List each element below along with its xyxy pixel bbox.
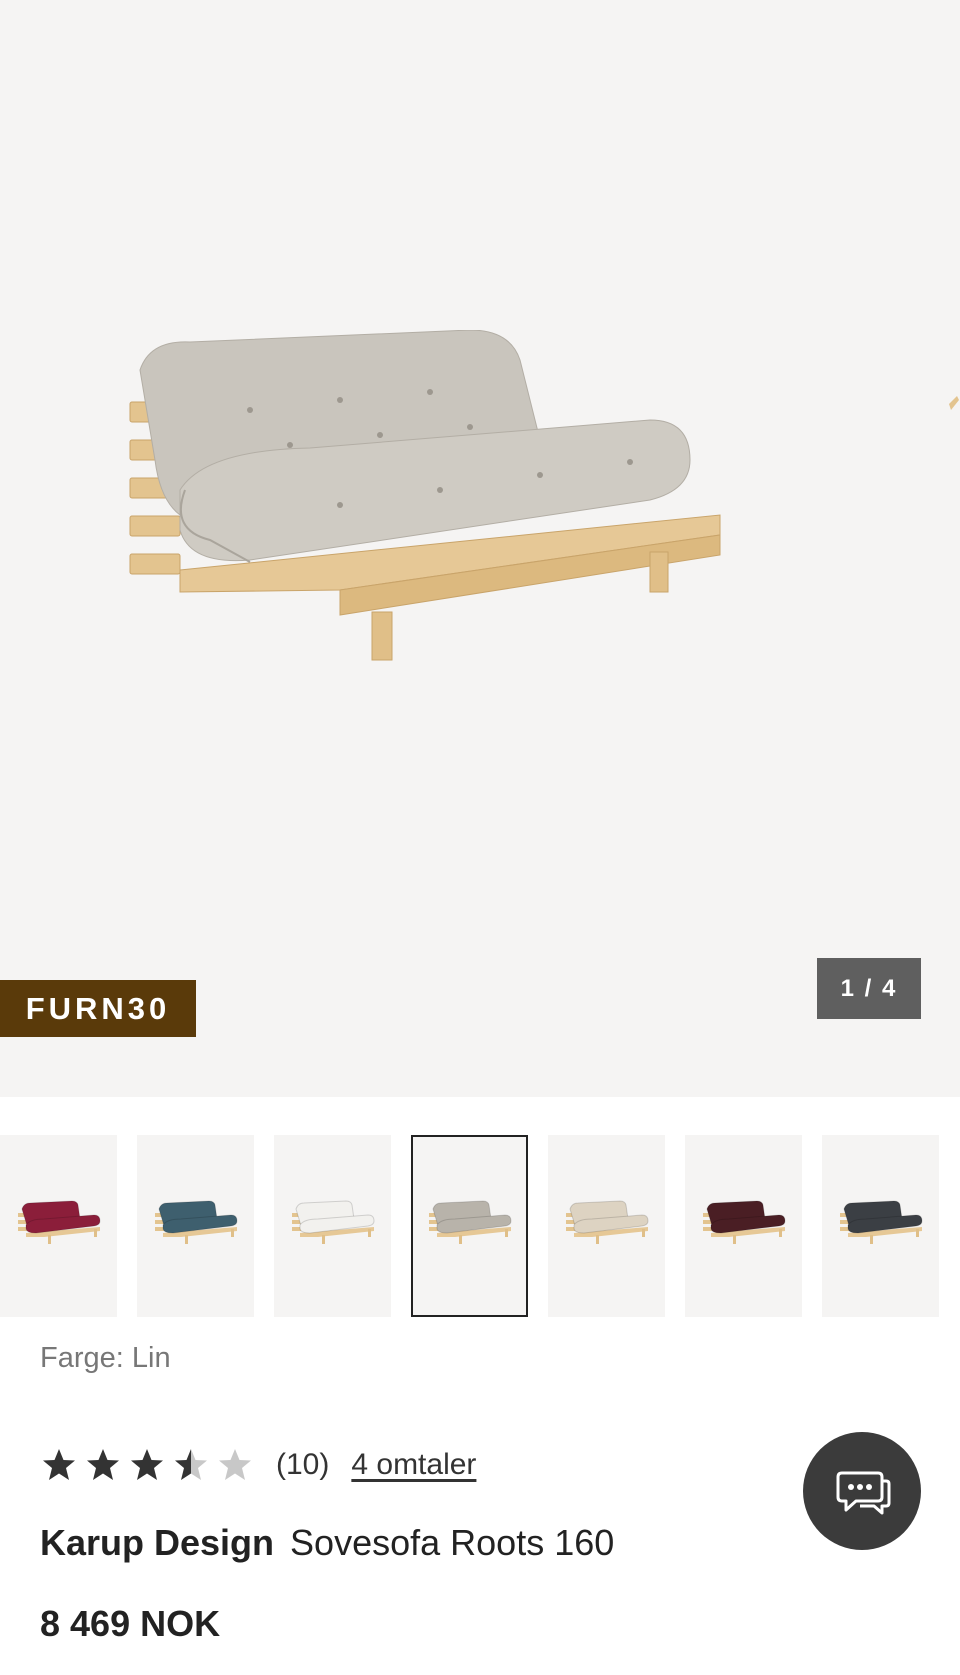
color-thumbnail[interactable]	[274, 1135, 391, 1317]
star-icon	[219, 1449, 251, 1480]
star-icon	[175, 1449, 207, 1480]
image-counter: 1 / 4	[817, 958, 921, 1019]
product-name: Sovesofa Roots 160	[290, 1522, 615, 1563]
next-image-peek	[949, 396, 959, 410]
color-thumbnail[interactable]	[685, 1135, 802, 1317]
chat-bubbles-icon	[836, 1471, 891, 1515]
star-icon	[131, 1449, 163, 1480]
color-thumbnail[interactable]	[548, 1135, 665, 1317]
star-icon	[43, 1449, 75, 1480]
rating-count: (10)	[276, 1448, 330, 1481]
color-thumbnail[interactable]	[137, 1135, 254, 1317]
star-icon	[87, 1449, 119, 1480]
rating-row: (10) 4 omtaler	[40, 1440, 476, 1490]
color-thumbnail[interactable]	[822, 1135, 939, 1317]
brand-name[interactable]: Karup Design	[40, 1522, 274, 1563]
sofa-thumbnail-image	[292, 1200, 375, 1244]
product-image-gallery[interactable]: FURN30 1 / 4	[0, 0, 960, 1097]
product-title: Karup Design Sovesofa Roots 160	[40, 1522, 614, 1564]
product-price: 8 469 NOK	[40, 1603, 221, 1644]
sofa-thumbnail-image	[703, 1200, 786, 1244]
sofa-thumbnail-image	[840, 1200, 923, 1244]
sofa-thumbnail-image	[155, 1200, 238, 1244]
chat-button[interactable]	[803, 1432, 921, 1550]
color-variant-thumbnails	[0, 1135, 960, 1319]
color-thumbnail[interactable]	[411, 1135, 528, 1317]
sofa-thumbnail-image	[566, 1200, 649, 1244]
reviews-link[interactable]: 4 omtaler	[351, 1448, 476, 1482]
promo-code-badge: FURN30	[0, 980, 196, 1037]
selected-color-label: Farge: Lin	[40, 1342, 171, 1374]
star-rating	[40, 1446, 254, 1484]
product-main-image[interactable]	[110, 330, 730, 670]
sofa-thumbnail-image	[18, 1200, 101, 1244]
sofa-thumbnail-image	[429, 1200, 512, 1244]
color-thumbnail[interactable]	[0, 1135, 117, 1317]
